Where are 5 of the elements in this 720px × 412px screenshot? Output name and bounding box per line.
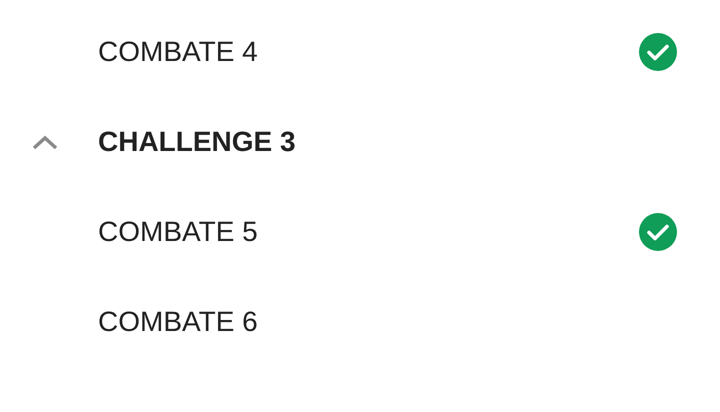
combat-label[interactable]: COMBATE 4 xyxy=(98,31,639,73)
chevron-up-icon[interactable] xyxy=(31,134,59,150)
combat-label[interactable]: COMBATE 5 xyxy=(98,211,639,253)
challenge-title[interactable]: CHALLENGE 3 xyxy=(98,121,296,163)
combat-label[interactable]: COMBATE 6 xyxy=(98,301,720,343)
